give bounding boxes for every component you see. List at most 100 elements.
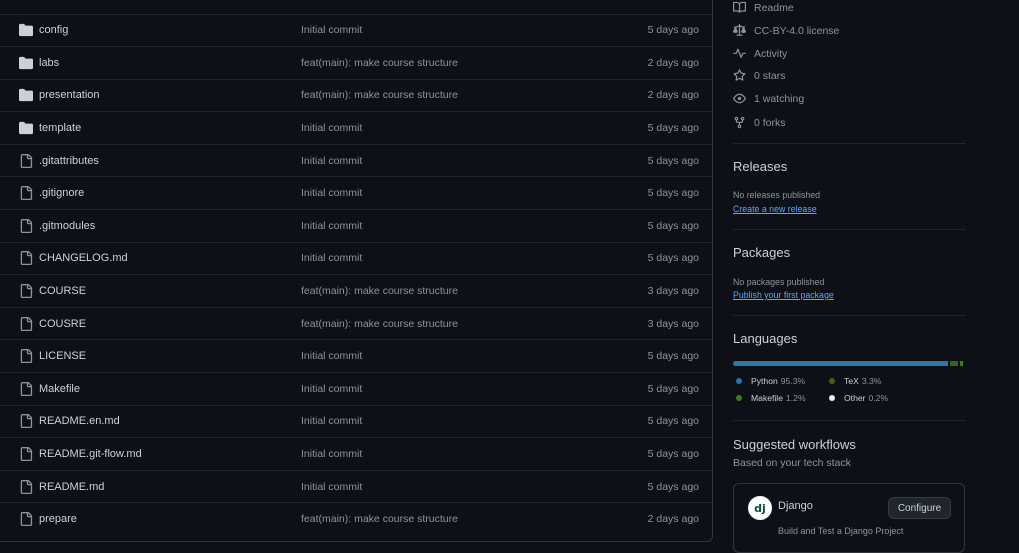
file-icon (19, 154, 33, 168)
table-row[interactable]: .gitattributesInitial commit5 days ago (0, 144, 712, 177)
scale-icon (733, 24, 746, 37)
table-row[interactable]: LICENSEInitial commit5 days ago (0, 339, 712, 372)
file-name-link[interactable]: Makefile (39, 383, 80, 395)
watching-label: 1 watching (754, 93, 804, 105)
create-release-link[interactable]: Create a new release (733, 204, 817, 214)
table-row[interactable]: Makefile Initial commit 5 days ago (0, 372, 712, 405)
table-row[interactable]: README.md Initial commit 5 days ago (0, 470, 712, 503)
commit-message-link[interactable]: Initial commit (301, 155, 362, 167)
commit-message-link[interactable]: Initial commit (301, 448, 362, 460)
language-bar-segment (960, 361, 963, 366)
commit-age: 5 days ago (648, 220, 699, 232)
file-name-link[interactable]: README.git-flow.md (39, 448, 142, 460)
pulse-icon (733, 47, 746, 60)
commit-age: 5 days ago (648, 481, 699, 493)
table-row[interactable]: labsfeat(main): make course structure2 d… (0, 46, 712, 79)
django-logo-icon: dj (748, 496, 772, 520)
releases-title[interactable]: Releases (733, 159, 787, 174)
commit-age: 3 days ago (648, 318, 699, 330)
star-icon (733, 69, 746, 82)
folder-icon (19, 121, 33, 135)
file-name-link[interactable]: README.en.md (39, 415, 120, 427)
file-name-link[interactable]: README.md (39, 481, 104, 493)
file-icon (19, 186, 33, 200)
commit-message-link[interactable]: feat(main): make course structure (301, 513, 458, 525)
commit-message-link[interactable]: feat(main): make course structure (301, 318, 458, 330)
file-icon (19, 512, 33, 526)
watching-link[interactable]: 1 watching (733, 92, 804, 105)
language-dot (736, 378, 742, 384)
table-row[interactable]: config Initial commit 5 days ago (0, 14, 712, 47)
workflow-description: Build and Test a Django Project (778, 526, 903, 536)
book-icon (733, 1, 746, 14)
configure-button[interactable]: Configure (888, 497, 951, 519)
table-row[interactable]: COUSRE feat(main): make course structure 3… (0, 307, 712, 340)
language-name: TeX (844, 376, 859, 386)
file-icon (19, 349, 33, 363)
workflow-card: dj Django Configure Build and Test a Dja… (733, 483, 965, 553)
commit-age: 5 days ago (648, 383, 699, 395)
file-name-link[interactable]: config (39, 24, 68, 36)
stars-link[interactable]: 0 stars (733, 69, 786, 82)
language-python[interactable]: Python 95.3% (736, 376, 805, 386)
workflows-subtitle: Based on your tech stack (733, 457, 851, 469)
folder-icon (19, 56, 33, 70)
commit-message-link[interactable]: Initial commit (301, 383, 362, 395)
activity-link[interactable]: Activity (733, 47, 787, 60)
license-link[interactable]: CC-BY-4.0 license (733, 24, 839, 37)
commit-message-link[interactable]: Initial commit (301, 122, 362, 134)
file-list: config Initial commit 5 days ago labs feat(m… (0, 0, 713, 542)
file-name-link[interactable]: presentation (39, 89, 100, 101)
commit-message-link[interactable]: Initial commit (301, 415, 362, 427)
file-name-link[interactable]: COURSE (39, 285, 86, 297)
table-row[interactable]: README.git-flow.md Initial commit 5 days a… (0, 437, 712, 470)
packages-empty: No packages published (733, 277, 824, 287)
table-row[interactable]: templateInitial commit5 days ago (0, 111, 712, 144)
commit-message-link[interactable]: Initial commit (301, 220, 362, 232)
divider (733, 420, 966, 421)
table-row[interactable]: COURSEfeat(main): make course structure3… (0, 274, 712, 307)
commit-message-link[interactable]: Initial commit (301, 187, 362, 199)
commit-message-link[interactable]: feat(main): make course structure (301, 57, 458, 69)
file-name-link[interactable]: .gitignore (39, 187, 84, 199)
file-name-link[interactable]: labs (39, 57, 59, 69)
commit-message-link[interactable]: Initial commit (301, 350, 362, 362)
table-row[interactable]: .gitignoreInitial commit5 days ago (0, 176, 712, 209)
table-row-partial (0, 0, 712, 14)
forks-link[interactable]: 0 forks (733, 116, 786, 129)
commit-message-link[interactable]: feat(main): make course structure (301, 285, 458, 297)
table-row[interactable]: prepare feat(main): make course structure… (0, 502, 712, 535)
commit-message-link[interactable]: Initial commit (301, 252, 362, 264)
file-name-link[interactable]: template (39, 122, 81, 134)
readme-label: Readme (754, 2, 794, 14)
packages-title[interactable]: Packages (733, 245, 790, 260)
languages-title: Languages (733, 331, 797, 346)
file-icon (19, 251, 33, 265)
language-name: Python (751, 376, 778, 386)
workflows-title: Suggested workflows (733, 437, 856, 452)
commit-message-link[interactable]: Initial commit (301, 24, 362, 36)
publish-package-link[interactable]: Publish your first package (733, 290, 834, 300)
table-row[interactable]: presentation feat(main): make course stru… (0, 79, 712, 112)
file-name-link[interactable]: .gitattributes (39, 155, 99, 167)
language-percent: 0.2% (869, 393, 889, 403)
commit-age: 5 days ago (648, 448, 699, 460)
table-row[interactable]: .gitmodules Initial commit 5 days ago (0, 209, 712, 242)
commit-age: 5 days ago (648, 252, 699, 264)
file-name-link[interactable]: prepare (39, 513, 77, 525)
table-row[interactable]: CHANGELOG.md Initial commit 5 days ago (0, 242, 712, 275)
file-name-link[interactable]: .gitmodules (39, 220, 95, 232)
table-row[interactable]: README.en.mdInitial commit5 days ago (0, 405, 712, 438)
file-name-link[interactable]: LICENSE (39, 350, 86, 362)
commit-message-link[interactable]: feat(main): make course structure (301, 89, 458, 101)
language-tex[interactable]: TeX 3.3% (829, 376, 881, 386)
readme-link[interactable]: Readme (733, 1, 794, 14)
language-makefile[interactable]: Makefile 1.2% (736, 393, 806, 403)
commit-message-link[interactable]: Initial commit (301, 481, 362, 493)
commit-age: 5 days ago (648, 24, 699, 36)
file-icon (19, 382, 33, 396)
file-name-link[interactable]: COUSRE (39, 318, 86, 330)
file-name-link[interactable]: CHANGELOG.md (39, 252, 128, 264)
language-dot (829, 378, 835, 384)
divider (733, 229, 966, 230)
